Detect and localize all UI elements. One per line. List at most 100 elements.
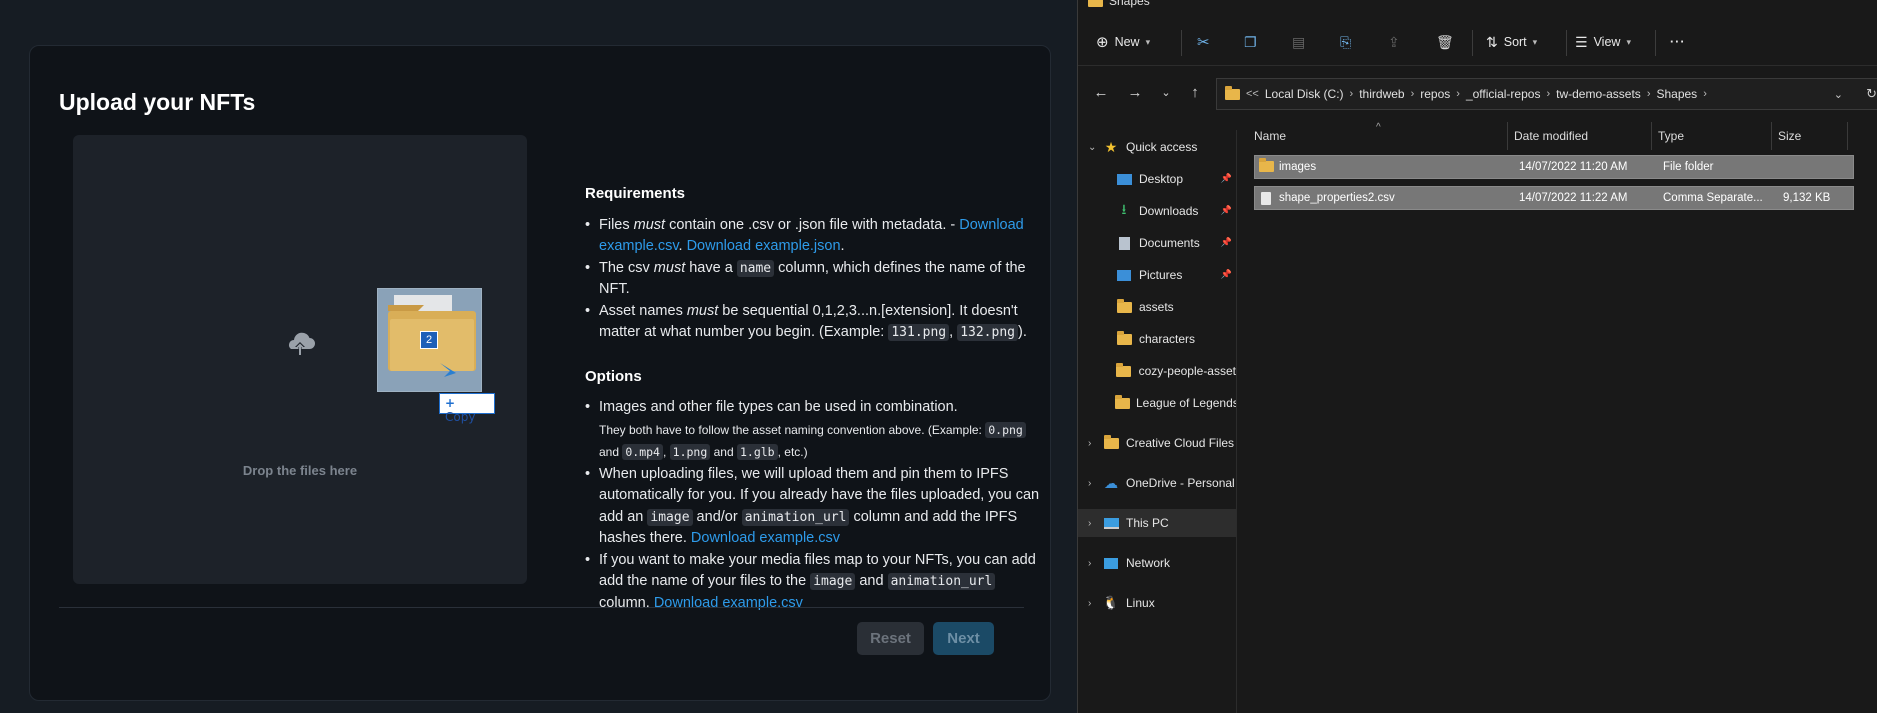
delete-button[interactable]: 🗑 (1436, 18, 1454, 66)
address-dropdown-chevron-icon[interactable]: ⌄ (1834, 88, 1843, 101)
csv-file-icon (1261, 192, 1271, 205)
chevron-right-icon: › (1088, 477, 1092, 489)
footer-divider (59, 607, 1024, 608)
sidebar-item-pictures[interactable]: Pictures 📌 (1078, 261, 1236, 289)
document-icon (1115, 236, 1133, 250)
folder-icon (1115, 394, 1130, 410)
pin-icon: 📌 (1220, 237, 1232, 247)
scissors-icon: ✂ (1197, 34, 1210, 51)
file-row[interactable]: shape_properties2.csv 14/07/2022 11:22 A… (1254, 186, 1854, 210)
sidebar-item-creative-cloud[interactable]: › Creative Cloud Files (1078, 429, 1236, 457)
sidebar-item-downloads[interactable]: ⭳ Downloads 📌 (1078, 197, 1236, 225)
up-arrow-icon[interactable]: ↑ (1184, 82, 1206, 104)
option-item: If you want to make your media files map… (585, 550, 1045, 615)
navigation-pane: ⌄ ★ Quick access Desktop 📌 ⭳ Downloads 📌 Docu… (1078, 130, 1236, 713)
cut-button[interactable]: ✂ (1197, 18, 1210, 66)
chevron-down-icon: ▾ (1626, 36, 1631, 47)
option-item: When uploading files, we will upload the… (585, 464, 1045, 550)
share-icon: ⇪ (1388, 33, 1400, 50)
breadcrumb-item[interactable]: thirdweb (1359, 87, 1404, 101)
download-csv-link[interactable]: Download example.csv (691, 530, 840, 546)
reset-button[interactable]: Reset (857, 622, 924, 655)
folder-icon (1115, 362, 1133, 378)
breadcrumb-item[interactable]: _official-repos (1466, 87, 1540, 101)
explorer-toolbar: ⊕ New ▾ ✂ ❐ ▤ ⎘ ⇪ 🗑 ⇅ Sort ▾ ☰ View ▾ ··· (1078, 18, 1877, 66)
chevron-right-icon: › (1088, 517, 1092, 529)
paste-button[interactable]: ▤ (1292, 18, 1305, 66)
more-options-button[interactable]: ··· (1670, 18, 1686, 66)
sidebar-item-characters[interactable]: characters (1078, 325, 1236, 353)
pin-icon: 📌 (1220, 269, 1232, 279)
paste-icon: ▤ (1292, 33, 1306, 50)
network-icon (1102, 556, 1120, 570)
computer-icon (1102, 516, 1120, 530)
rename-icon: ⎘ (1340, 33, 1352, 50)
trash-icon: 🗑 (1436, 33, 1454, 50)
desktop-icon (1115, 172, 1133, 186)
column-headers: ^ Name Date modified Type Size (1248, 122, 1868, 150)
download-csv-link[interactable]: Download example.csv (654, 595, 803, 611)
view-button[interactable]: ☰ View ▾ (1575, 18, 1631, 66)
address-bar[interactable]: << Local Disk (C:) › thirdweb › repos › _of… (1216, 78, 1877, 110)
forward-arrow-icon[interactable]: → (1124, 82, 1146, 104)
cloud-icon: ☁ (1104, 474, 1118, 491)
address-overflow[interactable]: << (1246, 88, 1259, 100)
copy-tooltip: + Copy (439, 393, 495, 424)
requirement-item: Files must contain one .csv or .json fil… (585, 215, 1045, 258)
option-item: Images and other file types can be used … (585, 397, 1045, 464)
pin-icon: 📌 (1220, 173, 1232, 183)
sidebar-item-onedrive[interactable]: › ☁ OneDrive - Personal (1078, 469, 1236, 497)
download-json-link[interactable]: Download example.json (687, 238, 841, 254)
new-button[interactable]: ⊕ New ▾ (1096, 18, 1150, 66)
breadcrumb-item[interactable]: Shapes (1656, 87, 1697, 101)
breadcrumb-item[interactable]: repos (1420, 87, 1450, 101)
refresh-icon[interactable]: ↻ (1866, 86, 1877, 102)
creative-cloud-icon (1102, 434, 1120, 450)
folder-icon (1259, 158, 1274, 172)
folder-icon (1115, 330, 1133, 346)
plus-circle-icon: ⊕ (1096, 34, 1109, 51)
column-header-type[interactable]: Type (1652, 122, 1772, 150)
copy-icon: ❐ (1244, 33, 1257, 50)
sidebar-item-this-pc[interactable]: › This PC (1078, 509, 1236, 537)
sidebar-item-network[interactable]: › Network (1078, 549, 1236, 577)
star-icon: ★ (1104, 138, 1118, 155)
sidebar-item-assets[interactable]: assets (1078, 293, 1236, 321)
sidebar-item-cozy-people-asset[interactable]: cozy-people-asset (1078, 357, 1236, 385)
recent-locations-chevron-icon[interactable]: ⌄ (1155, 82, 1177, 104)
requirement-item: Asset names must be sequential 0,1,2,3..… (585, 301, 1045, 344)
chevron-right-icon: › (1088, 437, 1092, 449)
sidebar-item-quick-access[interactable]: ⌄ ★ Quick access (1078, 133, 1236, 161)
column-header-name[interactable]: Name (1248, 122, 1508, 150)
column-header-size[interactable]: Size (1772, 122, 1848, 150)
navigation-bar: ← → ⌄ ↑ << Local Disk (C:) › thirdweb › re… (1078, 76, 1877, 112)
file-row[interactable]: images 14/07/2022 11:20 AM File folder (1254, 155, 1854, 179)
requirements-panel: Requirements Files must contain one .csv… (585, 183, 1045, 614)
picture-icon (1115, 268, 1133, 282)
breadcrumb-item[interactable]: tw-demo-assets (1556, 87, 1641, 101)
upload-modal: Upload your NFTs Drop the files here 2 +… (29, 45, 1051, 701)
next-button[interactable]: Next (933, 622, 994, 655)
requirements-heading: Requirements (585, 185, 686, 202)
column-header-date[interactable]: Date modified (1508, 122, 1652, 150)
breadcrumb-item[interactable]: Local Disk (C:) (1265, 87, 1344, 101)
sidebar-item-league-of-legends[interactable]: League of Legends (1078, 389, 1236, 417)
rename-button[interactable]: ⎘ (1340, 18, 1351, 66)
folder-icon (1115, 298, 1133, 314)
sort-button[interactable]: ⇅ Sort ▾ (1486, 18, 1537, 66)
sidebar-item-desktop[interactable]: Desktop 📌 (1078, 165, 1236, 193)
window-title: Shapes (1088, 0, 1150, 8)
options-heading: Options (585, 367, 642, 385)
view-list-icon: ☰ (1575, 33, 1588, 50)
chevron-down-icon: ▾ (1532, 36, 1538, 47)
sidebar-item-linux[interactable]: › 🐧 Linux (1078, 589, 1236, 617)
file-explorer-window: Shapes ⊕ New ▾ ✂ ❐ ▤ ⎘ ⇪ 🗑 ⇅ Sort ▾ ☰ View ▾ ·… (1077, 0, 1877, 713)
cloud-upload-icon (289, 332, 315, 355)
sidebar-item-documents[interactable]: Documents 📌 (1078, 229, 1236, 257)
back-arrow-icon[interactable]: ← (1090, 82, 1112, 104)
chevron-down-icon: ⌄ (1088, 141, 1097, 153)
copy-button[interactable]: ❐ (1244, 18, 1257, 66)
share-button[interactable]: ⇪ (1388, 18, 1400, 66)
copy-label: Copy (445, 410, 476, 424)
chevron-right-icon: › (1088, 557, 1092, 569)
